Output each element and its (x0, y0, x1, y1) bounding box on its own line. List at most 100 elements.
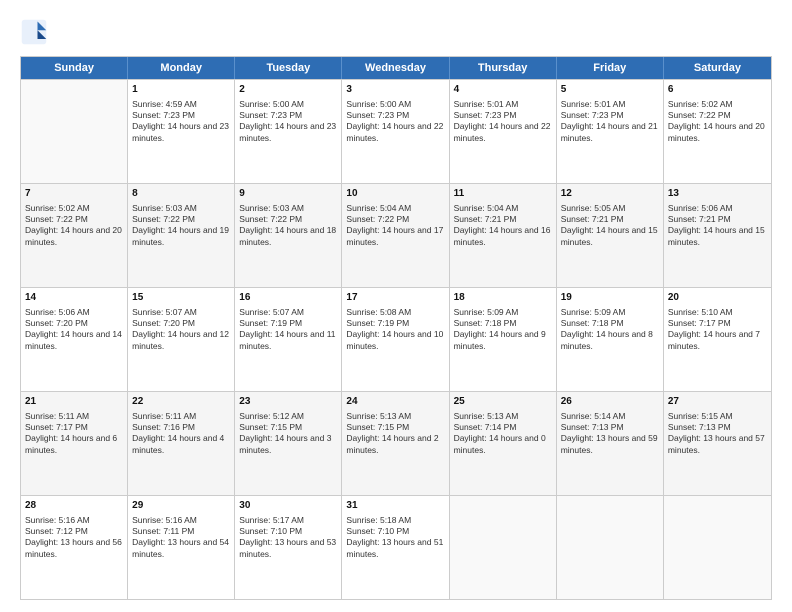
sunset-text: Sunset: 7:20 PM (132, 318, 230, 329)
calendar-cell: 9Sunrise: 5:03 AMSunset: 7:22 PMDaylight… (235, 184, 342, 287)
day-number: 2 (239, 83, 337, 97)
sunset-text: Sunset: 7:23 PM (454, 110, 552, 121)
calendar-cell: 2Sunrise: 5:00 AMSunset: 7:23 PMDaylight… (235, 80, 342, 183)
day-number: 26 (561, 395, 659, 409)
calendar-cell: 12 Sunrise: 5:05 AMSunset: 7:21 PMDayligh… (557, 184, 664, 287)
sunrise-text: Sunrise: 5:09 AM (561, 307, 659, 318)
calendar-header: SundayMondayTuesdayWednesdayThursdayFrid… (21, 57, 771, 79)
calendar-cell: 22Sunrise: 5:11 AMSunset: 7:16 PMDayligh… (128, 392, 235, 495)
day-number: 16 (239, 291, 337, 305)
sunset-text: Sunset: 7:16 PM (132, 422, 230, 433)
sunrise-text: Sunrise: 5:02 AM (25, 203, 123, 214)
sunrise-text: Sunrise: 5:13 AM (454, 411, 552, 422)
sunset-text: Sunset: 7:14 PM (454, 422, 552, 433)
daylight-text: Daylight: 14 hours and 15 minutes. (668, 225, 767, 248)
day-number: 6 (668, 83, 767, 97)
calendar-cell: 8Sunrise: 5:03 AMSunset: 7:22 PMDaylight… (128, 184, 235, 287)
calendar-cell: 17Sunrise: 5:08 AMSunset: 7:19 PMDayligh… (342, 288, 449, 391)
sunset-text: Sunset: 7:21 PM (561, 214, 659, 225)
daylight-text: Daylight: 14 hours and 6 minutes. (25, 433, 123, 456)
calendar-week: 21Sunrise: 5:11 AMSunset: 7:17 PMDayligh… (21, 391, 771, 495)
daylight-text: Daylight: 14 hours and 16 minutes. (454, 225, 552, 248)
page: SundayMondayTuesdayWednesdayThursdayFrid… (0, 0, 792, 612)
header (20, 18, 772, 46)
sunrise-text: Sunrise: 5:04 AM (346, 203, 444, 214)
calendar-cell: 23Sunrise: 5:12 AMSunset: 7:15 PMDayligh… (235, 392, 342, 495)
sunset-text: Sunset: 7:23 PM (561, 110, 659, 121)
sunset-text: Sunset: 7:21 PM (454, 214, 552, 225)
daylight-text: Daylight: 14 hours and 0 minutes. (454, 433, 552, 456)
sunrise-text: Sunrise: 5:03 AM (239, 203, 337, 214)
day-number: 13 (668, 187, 767, 201)
daylight-text: Daylight: 14 hours and 23 minutes. (132, 121, 230, 144)
calendar-week: 28Sunrise: 5:16 AMSunset: 7:12 PMDayligh… (21, 495, 771, 599)
day-number: 5 (561, 83, 659, 97)
sunrise-text: Sunrise: 5:01 AM (454, 99, 552, 110)
calendar-cell: 15Sunrise: 5:07 AMSunset: 7:20 PMDayligh… (128, 288, 235, 391)
calendar-cell: 6Sunrise: 5:02 AMSunset: 7:22 PMDaylight… (664, 80, 771, 183)
sunset-text: Sunset: 7:19 PM (346, 318, 444, 329)
sunset-text: Sunset: 7:18 PM (454, 318, 552, 329)
calendar-cell: 13Sunrise: 5:06 AMSunset: 7:21 PMDayligh… (664, 184, 771, 287)
sunset-text: Sunset: 7:18 PM (561, 318, 659, 329)
sunrise-text: Sunrise: 5:04 AM (454, 203, 552, 214)
day-number: 29 (132, 499, 230, 513)
sunset-text: Sunset: 7:17 PM (668, 318, 767, 329)
sunrise-text: Sunrise: 5:11 AM (25, 411, 123, 422)
sunrise-text: Sunrise: 5:09 AM (454, 307, 552, 318)
sunrise-text: Sunrise: 5:11 AM (132, 411, 230, 422)
sunset-text: Sunset: 7:23 PM (239, 110, 337, 121)
sunrise-text: Sunrise: 5:10 AM (668, 307, 767, 318)
daylight-text: Daylight: 14 hours and 12 minutes. (132, 329, 230, 352)
sunset-text: Sunset: 7:22 PM (346, 214, 444, 225)
calendar-cell: 4Sunrise: 5:01 AMSunset: 7:23 PMDaylight… (450, 80, 557, 183)
calendar-cell (21, 80, 128, 183)
weekday-header: Saturday (664, 57, 771, 79)
day-number: 24 (346, 395, 444, 409)
sunrise-text: Sunrise: 5:15 AM (668, 411, 767, 422)
daylight-text: Daylight: 14 hours and 15 minutes. (561, 225, 659, 248)
calendar-cell: 26Sunrise: 5:14 AMSunset: 7:13 PMDayligh… (557, 392, 664, 495)
daylight-text: Daylight: 14 hours and 17 minutes. (346, 225, 444, 248)
sunset-text: Sunset: 7:22 PM (25, 214, 123, 225)
day-number: 3 (346, 83, 444, 97)
sunrise-text: Sunrise: 5:05 AM (561, 203, 659, 214)
weekday-header: Thursday (450, 57, 557, 79)
weekday-header: Wednesday (342, 57, 449, 79)
logo (20, 18, 52, 46)
sunrise-text: Sunrise: 5:07 AM (239, 307, 337, 318)
calendar-week: 7Sunrise: 5:02 AMSunset: 7:22 PMDaylight… (21, 183, 771, 287)
calendar-cell: 10Sunrise: 5:04 AMSunset: 7:22 PMDayligh… (342, 184, 449, 287)
day-number: 4 (454, 83, 552, 97)
calendar-body: 1Sunrise: 4:59 AMSunset: 7:23 PMDaylight… (21, 79, 771, 599)
daylight-text: Daylight: 14 hours and 19 minutes. (132, 225, 230, 248)
weekday-header: Sunday (21, 57, 128, 79)
sunset-text: Sunset: 7:19 PM (239, 318, 337, 329)
daylight-text: Daylight: 14 hours and 4 minutes. (132, 433, 230, 456)
calendar-cell: 11Sunrise: 5:04 AMSunset: 7:21 PMDayligh… (450, 184, 557, 287)
daylight-text: Daylight: 13 hours and 51 minutes. (346, 537, 444, 560)
calendar-cell: 5Sunrise: 5:01 AMSunset: 7:23 PMDaylight… (557, 80, 664, 183)
sunset-text: Sunset: 7:17 PM (25, 422, 123, 433)
calendar-cell: 31Sunrise: 5:18 AMSunset: 7:10 PMDayligh… (342, 496, 449, 599)
day-number: 25 (454, 395, 552, 409)
daylight-text: Daylight: 14 hours and 3 minutes. (239, 433, 337, 456)
day-number: 12 (561, 187, 659, 201)
sunrise-text: Sunrise: 5:06 AM (668, 203, 767, 214)
logo-icon (20, 18, 48, 46)
sunrise-text: Sunrise: 5:06 AM (25, 307, 123, 318)
sunset-text: Sunset: 7:23 PM (132, 110, 230, 121)
daylight-text: Daylight: 13 hours and 57 minutes. (668, 433, 767, 456)
sunrise-text: Sunrise: 5:00 AM (239, 99, 337, 110)
calendar-cell: 19Sunrise: 5:09 AMSunset: 7:18 PMDayligh… (557, 288, 664, 391)
daylight-text: Daylight: 14 hours and 2 minutes. (346, 433, 444, 456)
daylight-text: Daylight: 14 hours and 21 minutes. (561, 121, 659, 144)
calendar-cell: 18Sunrise: 5:09 AMSunset: 7:18 PMDayligh… (450, 288, 557, 391)
calendar-week: 14Sunrise: 5:06 AMSunset: 7:20 PMDayligh… (21, 287, 771, 391)
daylight-text: Daylight: 13 hours and 53 minutes. (239, 537, 337, 560)
calendar-cell: 16Sunrise: 5:07 AMSunset: 7:19 PMDayligh… (235, 288, 342, 391)
day-number: 21 (25, 395, 123, 409)
calendar: SundayMondayTuesdayWednesdayThursdayFrid… (20, 56, 772, 600)
sunrise-text: Sunrise: 5:17 AM (239, 515, 337, 526)
daylight-text: Daylight: 14 hours and 10 minutes. (346, 329, 444, 352)
